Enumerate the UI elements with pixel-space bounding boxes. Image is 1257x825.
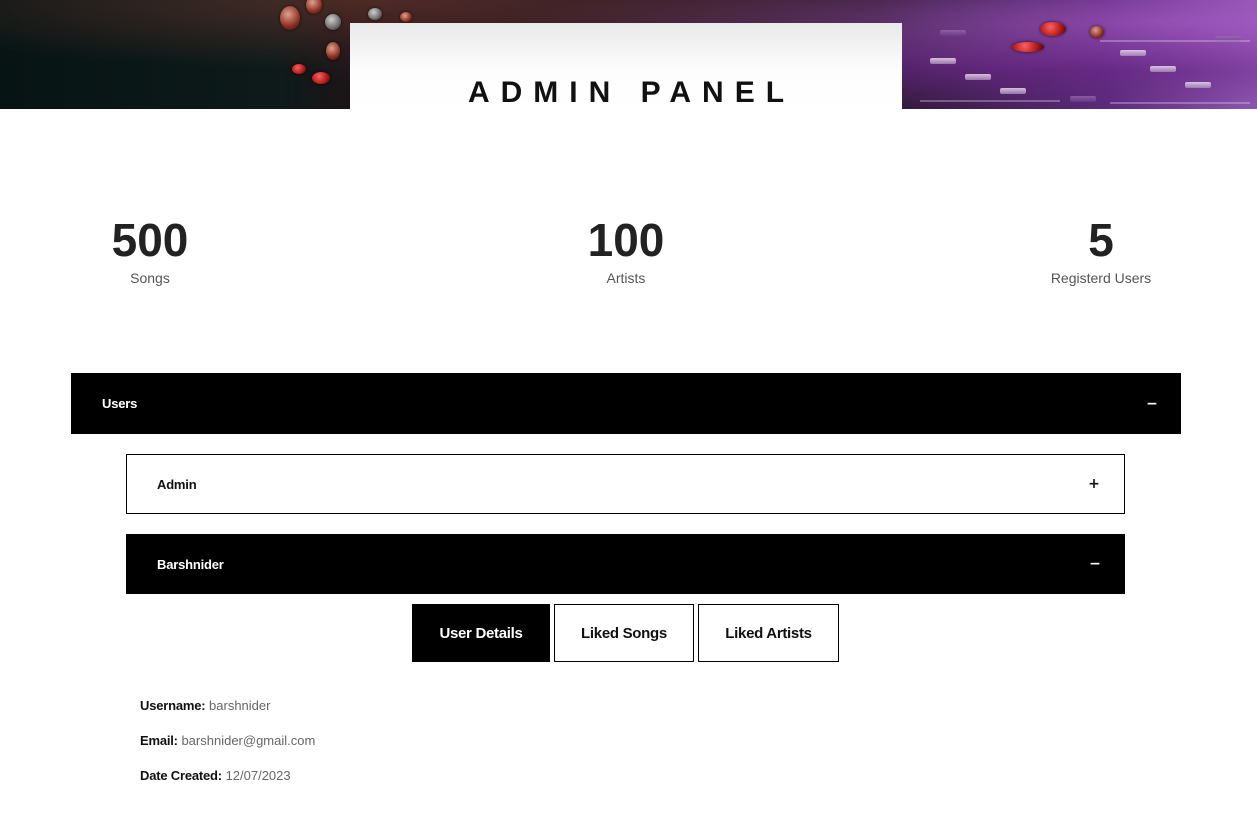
collapse-icon[interactable]: − (1088, 557, 1102, 571)
detail-value: barshnider@gmail.com (181, 733, 316, 748)
stat-value: 500 (111, 214, 189, 266)
detail-date-created: Date Created: 12/07/2023 (140, 768, 291, 784)
stat-label: Registerd Users (1050, 270, 1152, 286)
detail-username: Username: barshnider (140, 698, 270, 714)
tab-liked-artists[interactable]: Liked Artists (698, 604, 839, 662)
detail-value: barshnider (209, 698, 271, 713)
tab-liked-songs[interactable]: Liked Songs (554, 604, 694, 662)
detail-label: Date Created: (140, 768, 222, 783)
detail-value: 12/07/2023 (225, 768, 291, 783)
user-name: Admin (157, 476, 197, 492)
stat-artists: 100 Artists (516, 214, 736, 286)
tab-label: Liked Artists (725, 624, 812, 642)
user-accordion-admin[interactable]: Admin + (126, 454, 1125, 514)
tab-label: Liked Songs (581, 624, 667, 642)
stat-registered-users: 5 Registerd Users (991, 214, 1211, 286)
expand-icon[interactable]: + (1087, 477, 1101, 491)
stat-label: Artists (606, 270, 646, 286)
page-title: ADMIN PANEL (467, 76, 796, 109)
user-name: Barshnider (157, 556, 224, 572)
detail-email: Email: barshnider@gmail.com (140, 733, 315, 749)
collapse-icon[interactable]: − (1145, 397, 1159, 411)
stat-value: 100 (587, 214, 665, 266)
stat-songs: 500 Songs (40, 214, 260, 286)
stat-label: Songs (130, 270, 170, 286)
hero-banner: ADMIN PANEL (0, 0, 1257, 109)
tab-user-details[interactable]: User Details (412, 604, 550, 662)
tab-label: User Details (439, 624, 523, 642)
detail-label: Username: (140, 698, 206, 713)
stat-value: 5 (1088, 214, 1114, 266)
users-accordion-title: Users (102, 396, 138, 411)
user-accordion-barshnider[interactable]: Barshnider − (126, 534, 1125, 594)
detail-label: Email: (140, 733, 178, 748)
users-accordion-header[interactable]: Users − (71, 373, 1181, 434)
title-card: ADMIN PANEL (350, 23, 902, 109)
